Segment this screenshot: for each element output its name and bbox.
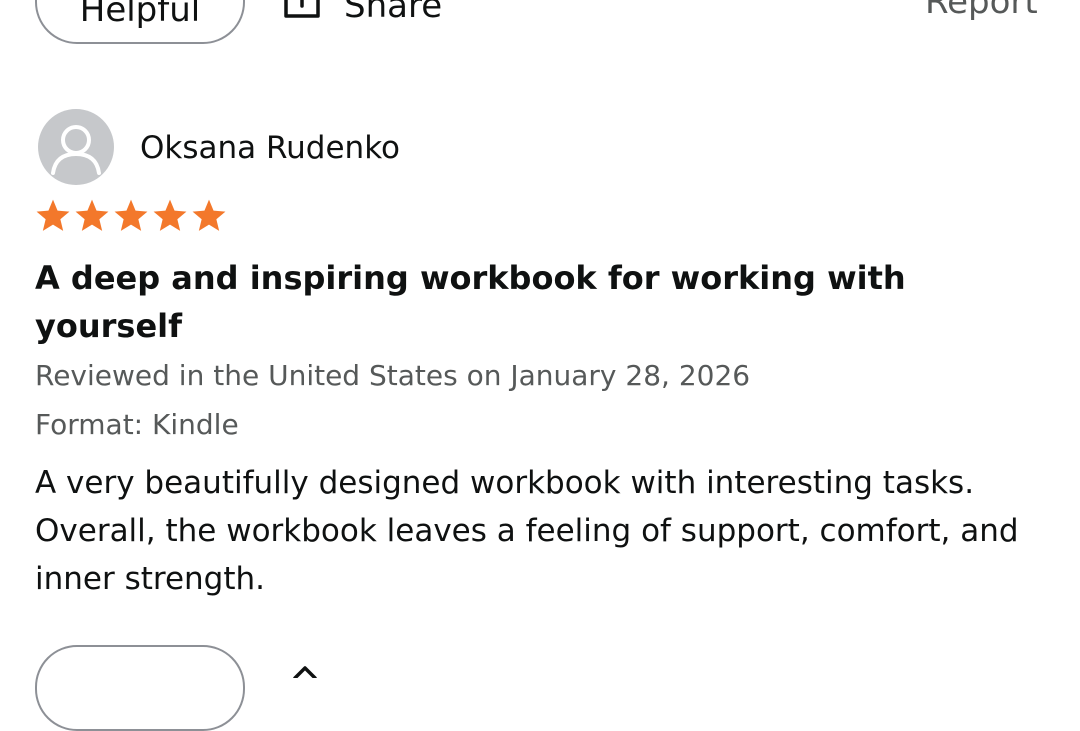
star-rating (34, 198, 228, 234)
star-icon (112, 198, 150, 234)
star-icon (151, 198, 189, 234)
review-format: Format: Kindle (35, 408, 239, 441)
person-silhouette-icon (38, 125, 114, 185)
star-icon (34, 198, 72, 234)
review-title[interactable]: A deep and inspiring workbook for workin… (35, 254, 1045, 350)
star-icon (190, 198, 228, 234)
share-icon-2[interactable] (285, 663, 325, 682)
helpful-button[interactable]: Helpful (35, 0, 245, 44)
report-link[interactable]: Report (925, 0, 1038, 22)
star-icon (73, 198, 111, 234)
helpful-button-2[interactable] (35, 645, 245, 731)
review-date: Reviewed in the United States on January… (35, 359, 751, 392)
share-button[interactable]: Share (282, 0, 442, 29)
reviewer-name[interactable]: Oksana Rudenko (140, 128, 400, 168)
share-icon (282, 0, 322, 29)
share-button-label: Share (344, 0, 443, 26)
avatar (38, 109, 114, 185)
review-body: A very beautifully designed workbook wit… (35, 465, 1019, 597)
helpful-button-label: Helpful (79, 0, 201, 30)
